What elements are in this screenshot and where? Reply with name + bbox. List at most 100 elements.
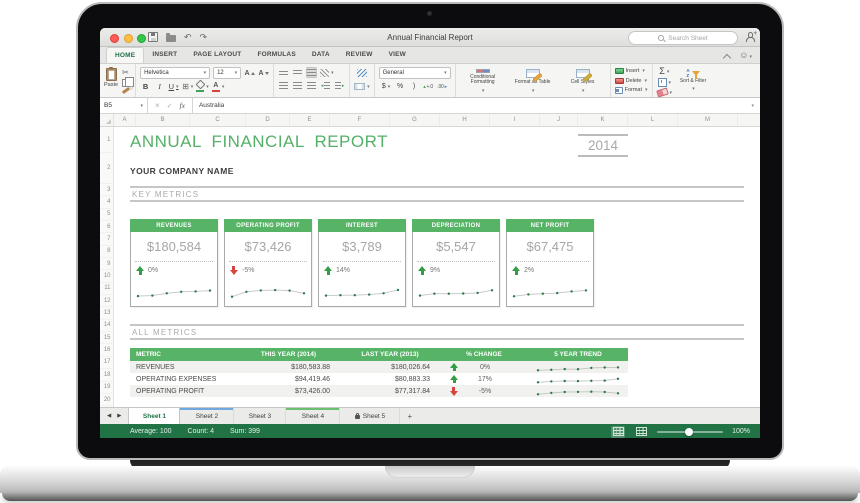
column-header-F[interactable]: F [330, 114, 390, 126]
italic-button[interactable]: I [154, 81, 165, 92]
this-year-cell[interactable]: $180,583.88 [237, 364, 340, 371]
format-as-table-button[interactable]: Format as Table [510, 67, 556, 94]
row-header-11[interactable]: 11 [100, 283, 113, 295]
select-all-corner[interactable] [100, 114, 114, 126]
percent-format-button[interactable]: % [395, 81, 406, 92]
share-icon[interactable]: + [745, 31, 757, 42]
align-center-button[interactable] [292, 80, 303, 91]
row-header-1[interactable]: 1 [100, 127, 113, 153]
conditional-formatting-button[interactable]: Conditional Formatting [460, 67, 506, 94]
normal-view-button[interactable] [611, 425, 626, 438]
shrink-font-button[interactable]: A [258, 68, 269, 79]
row-header-10[interactable]: 10 [100, 270, 113, 282]
metric-card-operating-profit[interactable]: OPERATING PROFIT $73,426 -5% [224, 219, 312, 307]
name-box[interactable]: B5 [100, 98, 148, 113]
table-header-1[interactable]: THIS YEAR (2014) [237, 351, 340, 358]
decrease-indent-button[interactable]: ◂ [320, 80, 331, 91]
table-row-operating-expenses[interactable]: OPERATING EXPENSES $94,419.46 $80,883.33 17… [130, 373, 628, 385]
align-top-button[interactable] [278, 67, 289, 78]
table-row-operating-profit[interactable]: OPERATING PROFIT $73,426.00 $77,317.84 -5% [130, 385, 628, 397]
this-year-cell[interactable]: $94,419.46 [237, 376, 340, 383]
sheet-tab-sheet-4[interactable]: Sheet 4 [286, 408, 341, 424]
metric-name-cell[interactable]: REVENUES [130, 364, 237, 371]
formula-input[interactable]: Australia [193, 102, 752, 109]
formula-bar-expand-icon[interactable]: ▾ [751, 103, 760, 109]
ribbon-tab-review[interactable]: REVIEW [338, 47, 381, 62]
column-header-E[interactable]: E [290, 114, 330, 126]
cut-icon[interactable]: ✂ [122, 69, 131, 77]
this-year-cell[interactable]: $73,426.00 [237, 388, 340, 395]
change-cell[interactable]: -5% [440, 387, 528, 396]
font-family-select[interactable]: Helvetica [140, 67, 211, 79]
delete-cells-button[interactable]: Delete [614, 77, 648, 85]
row-header-3[interactable]: 3 [100, 184, 113, 196]
cell-styles-button[interactable]: Cell Styles [560, 67, 606, 94]
table-header-4[interactable]: 5 YEAR TREND [528, 351, 628, 358]
row-header-20[interactable]: 20 [100, 394, 113, 406]
row-header-12[interactable]: 12 [100, 295, 113, 307]
insert-cells-button[interactable]: Insert [614, 67, 648, 75]
last-year-cell[interactable]: $180,026.64 [340, 364, 440, 371]
ribbon-tab-home[interactable]: HOME [106, 47, 145, 63]
metric-card-interest[interactable]: INTEREST $3,789 14% [318, 219, 406, 307]
ribbon-tab-page-layout[interactable]: PAGE LAYOUT [185, 47, 249, 62]
fill-button[interactable] [657, 78, 673, 87]
row-header-9[interactable]: 9 [100, 258, 113, 270]
zoom-slider-knob[interactable] [685, 427, 694, 436]
confirm-entry-icon[interactable]: ✓ [167, 102, 173, 110]
ribbon-tab-view[interactable]: VIEW [381, 47, 414, 62]
key-metrics-heading[interactable]: KEY METRICS [130, 186, 744, 202]
column-header-I[interactable]: I [490, 114, 540, 126]
format-painter-icon[interactable] [121, 86, 131, 95]
row-header-14[interactable]: 14 [100, 320, 113, 332]
zoom-slider[interactable] [657, 427, 724, 436]
merge-center-button[interactable] [354, 81, 370, 92]
column-header-D[interactable]: D [246, 114, 290, 126]
align-middle-button[interactable] [292, 67, 303, 78]
metric-card-revenues[interactable]: REVENUES $180,584 0% [130, 219, 218, 307]
align-left-button[interactable] [278, 80, 289, 91]
row-header-19[interactable]: 19 [100, 382, 113, 394]
fill-color-button[interactable] [195, 79, 209, 92]
sheet-scroll-right-icon[interactable]: ▶ [117, 413, 121, 419]
last-year-cell[interactable]: $77,317.84 [340, 388, 440, 395]
sort-filter-button[interactable]: AZ Sort & Filter [676, 67, 710, 94]
column-header-C[interactable]: C [190, 114, 246, 126]
orientation-button[interactable] [320, 67, 334, 78]
change-cell[interactable]: 17% [440, 374, 528, 384]
insert-function-icon[interactable]: fx [180, 101, 185, 110]
row-header-4[interactable]: 4 [100, 196, 113, 208]
sheet-tab-sheet-5[interactable]: Sheet 5 [340, 408, 401, 424]
row-header-6[interactable]: 6 [100, 221, 113, 233]
feedback-smiley-icon[interactable]: ☺ [739, 51, 752, 62]
ribbon-tab-data[interactable]: DATA [304, 47, 338, 62]
column-header-A[interactable]: A [114, 114, 136, 126]
table-header-2[interactable]: LAST YEAR (2013) [340, 351, 440, 358]
number-format-select[interactable]: General [378, 67, 451, 79]
increase-decimal-button[interactable]: ▴ +.0 [423, 81, 434, 92]
collapse-ribbon-icon[interactable] [723, 53, 732, 62]
format-cells-button[interactable]: Format [614, 86, 648, 94]
column-header-L[interactable]: L [628, 114, 678, 126]
metric-card-net-profit[interactable]: NET PROFIT $67,475 2% [506, 219, 594, 307]
metric-name-cell[interactable]: OPERATING EXPENSES [130, 376, 237, 383]
align-bottom-button[interactable] [306, 67, 318, 78]
row-header-5[interactable]: 5 [100, 209, 113, 221]
search-input[interactable]: Search Sheet [628, 31, 738, 45]
bold-button[interactable]: B [140, 81, 151, 92]
add-sheet-button[interactable]: + [400, 408, 419, 424]
autosum-button[interactable]: Σ [657, 67, 673, 76]
sheet-tab-sheet-3[interactable]: Sheet 3 [234, 408, 287, 424]
row-header-8[interactable]: 8 [100, 246, 113, 258]
change-cell[interactable]: 0% [440, 362, 528, 372]
comma-format-button[interactable]: ) [409, 81, 420, 92]
column-header-H[interactable]: H [440, 114, 490, 126]
grow-font-button[interactable]: A [244, 68, 255, 79]
sheet-scroll-left-icon[interactable]: ◀ [107, 413, 111, 419]
ribbon-tab-insert[interactable]: INSERT [144, 47, 185, 62]
cancel-entry-icon[interactable]: × [155, 101, 160, 110]
wrap-text-button[interactable] [354, 67, 370, 78]
metric-name-cell[interactable]: OPERATING PROFIT [130, 388, 237, 395]
ribbon-tab-formulas[interactable]: FORMULAS [249, 47, 303, 62]
row-header-17[interactable]: 17 [100, 357, 113, 369]
